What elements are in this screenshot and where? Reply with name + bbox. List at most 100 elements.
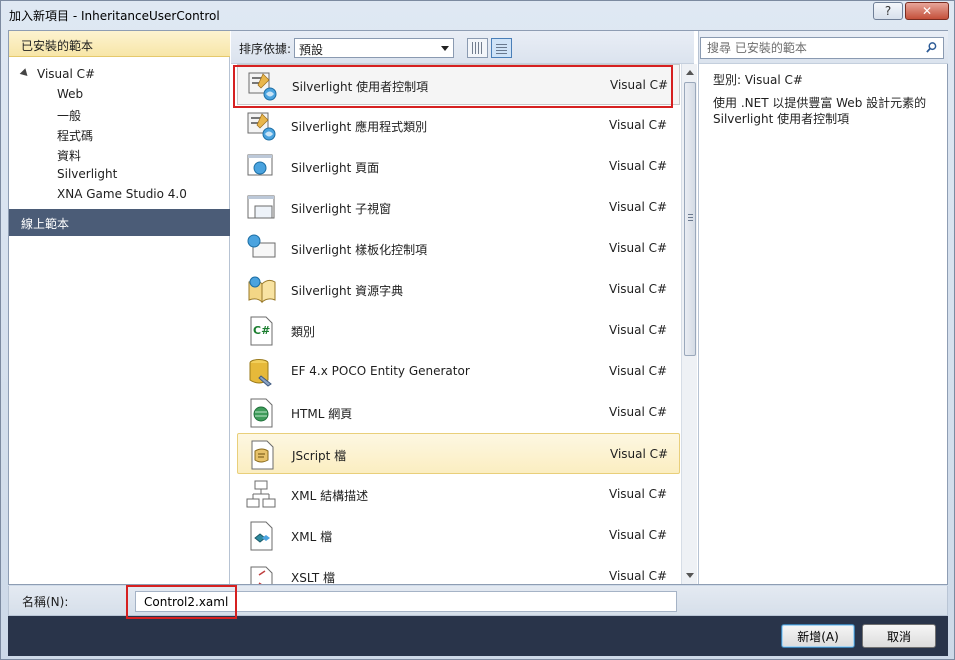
- close-icon: ✕: [921, 4, 933, 18]
- silverlight-child-window-icon: [245, 192, 277, 224]
- template-list: Silverlight 使用者控制項 Visual C# Silverlight 應…: [231, 64, 681, 584]
- template-name: EF 4.x POCO Entity Generator: [291, 364, 470, 378]
- tree-item-1[interactable]: Web: [9, 85, 230, 105]
- close-button[interactable]: ✕: [905, 2, 949, 20]
- template-language: Visual C#: [610, 78, 669, 92]
- tree-item-label: Silverlight: [57, 167, 118, 181]
- template-name: XML 結構描述: [291, 489, 369, 503]
- online-templates-header[interactable]: 線上範本: [9, 209, 230, 236]
- search-input[interactable]: [700, 37, 944, 59]
- template-language: Visual C#: [609, 528, 668, 542]
- template-name: Silverlight 應用程式類別: [291, 120, 428, 134]
- template-item[interactable]: Silverlight 頁面 Visual C#: [237, 146, 680, 187]
- template-language: Visual C#: [609, 241, 668, 255]
- template-item[interactable]: EF 4.x POCO Entity Generator Visual C#: [237, 351, 680, 392]
- template-name: Silverlight 使用者控制項: [292, 80, 429, 94]
- silverlight-app-class-icon: [245, 110, 277, 142]
- template-item[interactable]: JScript 檔 Visual C#: [237, 433, 680, 474]
- add-new-item-dialog: 加入新項目 - InheritanceUserControl ? ✕ 已安裝的範…: [0, 0, 955, 660]
- list-view-icon: [496, 42, 507, 54]
- template-item[interactable]: XML 結構描述 Visual C#: [237, 474, 680, 515]
- category-tree: Visual C# Web 一般程式碼資料 Silverlight XNA Game S…: [9, 65, 230, 205]
- template-language: Visual C#: [609, 118, 668, 132]
- window-title: 加入新項目 - InheritanceUserControl: [9, 9, 220, 23]
- template-name: Silverlight 子視窗: [291, 202, 392, 216]
- online-templates-label: 線上範本: [21, 217, 70, 231]
- tree-item-3[interactable]: 程式碼: [9, 125, 230, 145]
- template-name: XSLT 檔: [291, 571, 336, 584]
- name-label: 名稱(N):: [22, 595, 69, 609]
- installed-templates-label: 已安裝的範本: [21, 39, 94, 53]
- tree-item-6[interactable]: XNA Game Studio 4.0: [9, 185, 230, 205]
- template-name: JScript 檔: [292, 449, 347, 463]
- template-language: Visual C#: [609, 487, 668, 501]
- cancel-button[interactable]: 取消: [862, 624, 936, 648]
- jscript-file-icon: [246, 439, 278, 471]
- template-item[interactable]: XSLT 檔 Visual C#: [237, 556, 680, 584]
- silverlight-page-icon: [245, 151, 277, 183]
- tree-item-0[interactable]: Visual C#: [9, 65, 230, 85]
- template-language: Visual C#: [609, 200, 668, 214]
- template-item[interactable]: Silverlight 樣板化控制項 Visual C#: [237, 228, 680, 269]
- template-item[interactable]: Silverlight 應用程式類別 Visual C#: [237, 105, 680, 146]
- tree-item-label: Visual C#: [37, 67, 96, 81]
- template-name: Silverlight 頁面: [291, 161, 380, 175]
- template-name: Silverlight 樣板化控制項: [291, 243, 428, 257]
- scroll-up-icon[interactable]: [686, 70, 694, 75]
- scroll-down-icon[interactable]: [686, 573, 694, 578]
- tree-item-label: 一般: [57, 109, 82, 123]
- xml-schema-icon: [245, 479, 277, 511]
- database-generator-icon: [245, 356, 277, 388]
- dialog-content: 已安裝的範本 Visual C# Web 一般程式碼資料 Silverlight XNA…: [8, 30, 948, 585]
- installed-templates-header[interactable]: 已安裝的範本: [9, 31, 230, 57]
- tree-item-label: 資料: [57, 149, 82, 163]
- template-item[interactable]: XML 檔 Visual C#: [237, 515, 680, 556]
- template-item[interactable]: C# 類別 Visual C#: [237, 310, 680, 351]
- silverlight-resource-dictionary-icon: [245, 274, 277, 306]
- csharp-class-icon: C#: [245, 315, 277, 347]
- template-item[interactable]: Silverlight 資源字典 Visual C#: [237, 269, 680, 310]
- tree-item-label: XNA Game Studio 4.0: [57, 187, 187, 201]
- expander-icon[interactable]: [19, 68, 31, 79]
- template-language: Visual C#: [609, 159, 668, 173]
- template-list-scrollbar[interactable]: [681, 64, 697, 584]
- xslt-file-icon: [245, 561, 277, 584]
- add-button[interactable]: 新增(A): [781, 624, 855, 648]
- xml-file-icon: [245, 520, 277, 552]
- template-language: Visual C#: [610, 447, 669, 461]
- template-name: HTML 網頁: [291, 407, 353, 421]
- name-row: 名稱(N):: [8, 586, 948, 616]
- chevron-down-icon: [441, 46, 449, 51]
- search-icon[interactable]: [926, 42, 937, 53]
- template-type-line: 型別: Visual C#: [713, 73, 803, 87]
- tree-item-2[interactable]: 一般: [9, 105, 230, 125]
- small-icons-view-icon: [472, 42, 483, 54]
- template-name: 類別: [291, 325, 316, 339]
- title-bar: 加入新項目 - InheritanceUserControl ? ✕: [1, 1, 954, 29]
- html-page-icon: [245, 397, 277, 429]
- tree-item-4[interactable]: 資料: [9, 145, 230, 165]
- sort-by-label: 排序依據:: [239, 42, 292, 56]
- template-item[interactable]: Silverlight 子視窗 Visual C#: [237, 187, 680, 228]
- template-name: XML 檔: [291, 530, 333, 544]
- template-language: Visual C#: [609, 405, 668, 419]
- sort-toolbar: 排序依據: 預設: [231, 31, 694, 64]
- scrollbar-thumb[interactable]: [684, 82, 696, 356]
- template-language: Visual C#: [609, 364, 668, 378]
- small-icons-view-button[interactable]: [467, 38, 488, 58]
- help-button[interactable]: ?: [873, 2, 903, 20]
- silverlight-usercontrol-icon: [246, 70, 278, 102]
- template-name: Silverlight 資源字典: [291, 284, 404, 298]
- template-item[interactable]: Silverlight 使用者控制項 Visual C#: [237, 64, 680, 105]
- sort-by-value: 預設: [299, 43, 324, 57]
- list-view-button[interactable]: [491, 38, 512, 58]
- tree-item-label: Web: [57, 87, 84, 101]
- template-item[interactable]: HTML 網頁 Visual C#: [237, 392, 680, 433]
- template-language: Visual C#: [609, 282, 668, 296]
- svg-text:C#: C#: [253, 324, 270, 337]
- help-icon: ?: [884, 4, 892, 18]
- sort-by-dropdown[interactable]: 預設: [294, 38, 454, 58]
- name-input[interactable]: [135, 591, 677, 612]
- tree-item-5[interactable]: Silverlight: [9, 165, 230, 185]
- template-language: Visual C#: [609, 323, 668, 337]
